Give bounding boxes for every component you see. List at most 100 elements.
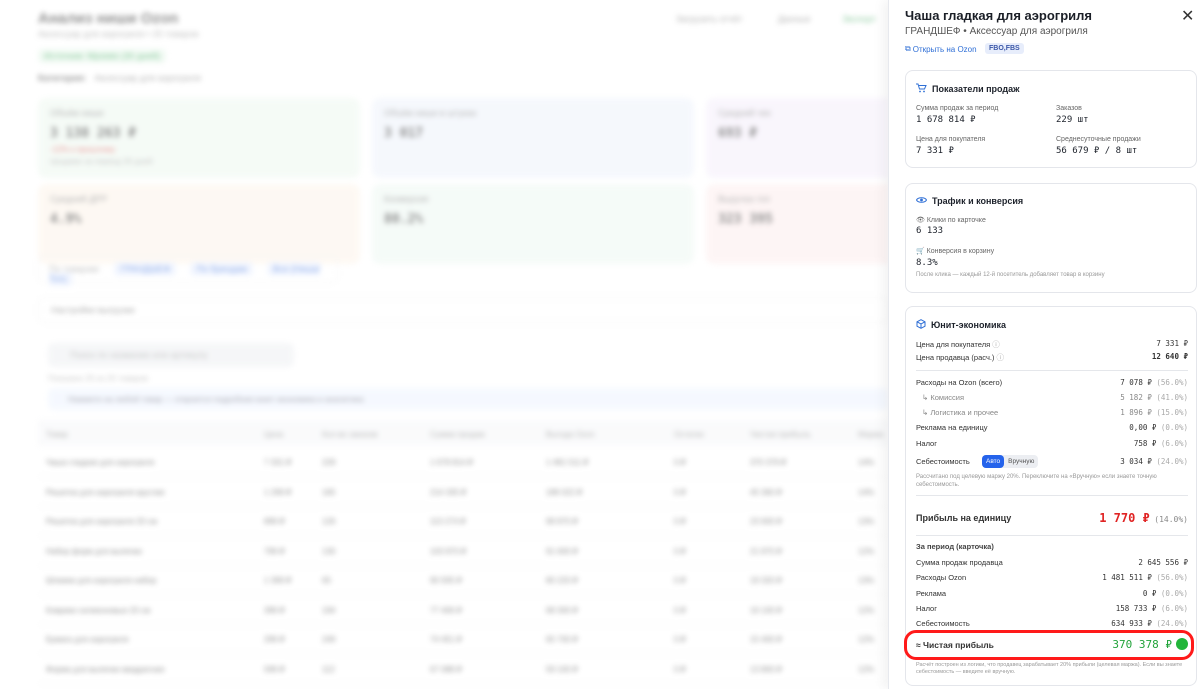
eye-icon (915, 196, 928, 206)
table-cell: 19 320 ₽ (750, 576, 782, 585)
cost-hint: Рассчитано под целевую маржу 20%. Перекл… (916, 474, 1157, 488)
table-cell: Шпажки для аэрогриля набор (46, 576, 157, 585)
table-cell: 0 ₽ (674, 546, 686, 556)
clicks-label: 👁 Клики по карточке (916, 217, 986, 224)
profit-row: Прибыль на единицу 1 770 ₽ (14.0%) (916, 511, 1188, 525)
table-cell: 0 ₽ (674, 576, 686, 585)
table-cell: 0 ₽ (674, 664, 686, 674)
table-cell: 90 935 ₽ (430, 576, 462, 585)
table-cell: 370 378 ₽ (750, 458, 787, 467)
clicks-value: 6 133 (916, 226, 944, 236)
table-cell: 0 ₽ (674, 458, 686, 467)
table-cell: 0 ₽ (674, 487, 686, 497)
table-cell: Набор форм для выпечки (46, 546, 142, 556)
export-button[interactable]: Экспорт (842, 14, 876, 24)
data-button[interactable]: Данные (778, 14, 811, 24)
table-cell: 214 335 ₽ (430, 487, 467, 497)
table-cell: Чаша гладкая для аэрогриля (46, 458, 155, 467)
cost-manual-button[interactable]: Вручную (1004, 455, 1038, 468)
table-row[interactable]: Набор форм для выпечки 799 ₽ 130 103 870 ₽ 9… (38, 537, 888, 566)
background-dashboard: Анализ ниши Ozon Аксессуар для аэрогриля… (0, 0, 888, 689)
table-cell: 12% (858, 664, 875, 674)
info-note: Нажмите на любой товар — откроется подро… (48, 388, 888, 410)
price-label: Цена для покупателя (916, 136, 986, 143)
net-profit-footnote: Расчёт построен из логики, что продавец … (916, 662, 1183, 675)
table-cell: 77 406 ₽ (430, 605, 462, 615)
page-title: Анализ ниши Ozon (38, 10, 179, 27)
source-badge: Источник: Mpstats (30 дней) (38, 49, 167, 63)
cost-auto-button[interactable]: Авто (982, 455, 1005, 468)
table-cell: 99 870 ₽ (546, 517, 578, 526)
table-row[interactable]: Коврики силиконовые 20 см 399 ₽ 194 77 406 … (38, 596, 888, 625)
table-cell: 799 ₽ (264, 546, 285, 556)
sales-sum-value: 1 678 814 ₽ (916, 115, 976, 125)
cart-icon (916, 83, 927, 95)
table-row[interactable]: Шпажки для аэрогриля набор 1 399 ₽ 65 90 93… (38, 566, 888, 595)
stat-card: Объём ниши в штуках 3 017 (372, 98, 694, 178)
period-tax-row: Налог 158 733 ₽ (6.0%) (916, 604, 1188, 613)
table-cell: 599 ₽ (264, 664, 285, 674)
divider (916, 495, 1188, 496)
table-cell: 194 (322, 605, 336, 615)
ozon-total-row: Расходы на Ozon (всего) 7 078 ₽ (56.0%) (916, 378, 1188, 387)
sales-panel: Показатели продаж Сумма продаж за период… (905, 70, 1197, 168)
info-icon: ⓘ (992, 340, 1000, 349)
orders-label: Заказов (1056, 105, 1082, 112)
table-cell: 0 ₽ (674, 517, 686, 526)
buyer-price-row: Цена для покупателя ⓘ 7 331 ₽ (916, 339, 1188, 349)
found-count: Показано 25 из 25 товаров (48, 374, 148, 383)
tab-brand[interactable]: ГРАНДШЕФ (114, 262, 177, 276)
conversion-value: 8.3% (916, 258, 938, 268)
table-cell: 12% (858, 546, 875, 556)
drawer-title: Чаша гладкая для аэрогриля (905, 8, 1092, 23)
table-cell: 1 678 814 ₽ (430, 458, 473, 467)
stat-card: Средний чек 693 ₽ (706, 98, 888, 178)
table-row[interactable]: Чаша гладкая для аэрогриля 7 331 ₽ 229 1 67… (38, 448, 888, 477)
period-ads-row: Реклама 0 ₽ (0.0%) (916, 589, 1188, 598)
table-cell: 14% (858, 487, 875, 497)
orders-value: 229 шт (1056, 115, 1089, 125)
filter-toggle[interactable]: Настройки выгрузки (38, 297, 888, 323)
stat-card: Конверсия 80.2% (372, 184, 694, 264)
table-cell: 0 ₽ (674, 605, 686, 615)
category-line: Категория: Аксессуар для аэрогриля (38, 73, 201, 83)
table-cell: 1 399 ₽ (264, 576, 292, 585)
table-row[interactable]: Решетка для аэрогриля 20 см 899 ₽ 126 113 2… (38, 507, 888, 536)
stat-card: Выручка топ 323 395 (706, 184, 888, 264)
external-link-icon: ⧉ (905, 44, 911, 53)
table-cell: 12% (858, 605, 875, 615)
table-cell: 74 451 ₽ (430, 635, 462, 644)
table-cell: 130 (322, 546, 336, 556)
table-cell: 13% (858, 576, 875, 585)
open-ozon-link[interactable]: ⧉ Открыть на Ozon (905, 44, 977, 54)
traffic-panel: Трафик и конверсия 👁 Клики по карточке 6… (905, 183, 1197, 293)
table-cell: 23 600 ₽ (750, 517, 782, 526)
cost-row: Себестоимость Авто Вручную 3 034 ₽ (24.0%… (916, 455, 1188, 468)
drawer-subtitle: ГРАНДШЕФ • Аксессуар для аэрогриля (905, 26, 1088, 37)
table-cell: 1 299 ₽ (264, 487, 292, 497)
table-row[interactable]: Решетка для аэрогриля круглая 1 299 ₽ 165 2… (38, 478, 888, 507)
table-cell: Бумага для аэрогриля (46, 635, 129, 644)
conversion-hint: После клика — каждый 12-й посетитель доб… (916, 272, 1105, 278)
table-cell: 899 ₽ (264, 517, 285, 526)
table-cell: 80 220 ₽ (546, 576, 578, 585)
traffic-heading: Трафик и конверсия (915, 196, 1023, 206)
load-report-button[interactable]: Загрузить отчёт (676, 14, 742, 24)
unit-heading: Юнит-экономика (916, 319, 1006, 331)
tab-brands[interactable]: По брендам (190, 262, 253, 276)
commission-row: ↳ Комиссия 5 182 ₽ (41.0%) (922, 393, 1188, 402)
table-row[interactable]: Форма для выпечки квадратная 599 ₽ 112 67 0… (38, 655, 888, 684)
search-input[interactable]: Поиск по названию или артикулу (48, 343, 294, 367)
fulfillment-badge: FBO,FBS (985, 43, 1024, 54)
stat-card: Средний ДРР 4.9% (38, 184, 360, 264)
table-cell: 68 300 ₽ (546, 605, 578, 615)
table-cell: 16 100 ₽ (750, 605, 782, 615)
avg-daily-label: Среднесуточные продажи (1056, 136, 1141, 143)
table-cell: 59 100 ₽ (546, 664, 578, 674)
table-cell: 0 ₽ (674, 635, 686, 644)
table-cell: 113 274 ₽ (430, 517, 466, 526)
table-row[interactable]: Бумага для аэрогриля 299 ₽ 249 74 451 ₽ 65 7… (38, 625, 888, 654)
table-cell: 103 870 ₽ (430, 546, 467, 556)
close-icon[interactable]: ✕ (1181, 9, 1194, 25)
table-cell: 65 (322, 576, 331, 585)
